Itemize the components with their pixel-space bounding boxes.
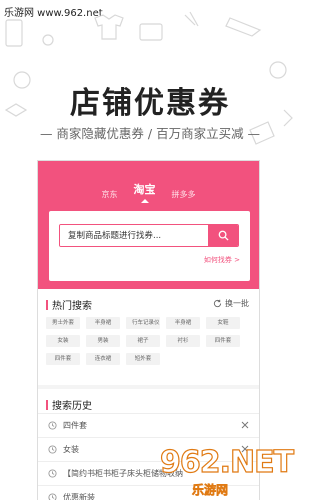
clock-icon — [48, 469, 57, 478]
phone-doodle-icon — [5, 19, 23, 47]
hero-subtitle: — 商家隐藏优惠券 / 百万商家立买减 — — [39, 126, 261, 141]
refresh-button[interactable]: 换一批 — [213, 298, 249, 309]
tshirt-doodle-icon — [94, 14, 124, 40]
hot-tag[interactable]: 衬衫 — [166, 335, 200, 347]
section-accent-bar — [46, 299, 48, 310]
hot-tag[interactable]: 女装 — [46, 335, 80, 347]
hot-tag[interactable]: 裙子 — [126, 335, 160, 347]
history-item[interactable]: 四件套 — [38, 413, 259, 437]
app-header: 京东 淘宝 拼多多 如何找券 > — [38, 161, 259, 289]
close-icon[interactable] — [241, 421, 249, 429]
search-input[interactable] — [60, 225, 210, 246]
refresh-icon — [213, 299, 222, 308]
site-watermark-logo: 962.NET 乐游网 — [159, 444, 300, 500]
search-button[interactable] — [208, 225, 238, 246]
hot-search-header: 热门搜索 — [46, 297, 92, 312]
hot-search-section: 热门搜索 换一批 男士外套 半身裙 行车记录仪 半身裙 女鞋 女装 男装 裙子 … — [38, 289, 259, 385]
hot-tag[interactable]: 女鞋 — [206, 317, 240, 329]
watermark-big-text: 962.NET — [159, 444, 294, 480]
hot-tag[interactable]: 四件套 — [206, 335, 240, 347]
hot-tags: 男士外套 半身裙 行车记录仪 半身裙 女鞋 女装 男装 裙子 衬衫 四件套 四件… — [46, 317, 256, 365]
search-box — [59, 224, 239, 247]
hot-tag[interactable]: 半身裙 — [86, 317, 120, 329]
hero-title: 店铺优惠券 — [70, 86, 230, 121]
history-title: 搜索历史 — [52, 401, 92, 412]
hot-tag[interactable]: 四件套 — [46, 353, 80, 365]
hot-tag[interactable]: 男装 — [86, 335, 120, 347]
clock-icon — [48, 493, 57, 500]
tab-taobao[interactable]: 淘宝 — [134, 181, 156, 203]
platform-tabs: 京东 淘宝 拼多多 — [38, 181, 259, 203]
ring-doodle-icon — [42, 34, 54, 46]
shoe-doodle-icon — [269, 61, 287, 79]
history-header: 搜索历史 — [46, 397, 92, 412]
search-card: 如何找券 > — [49, 211, 250, 281]
hot-tag[interactable]: 行车记录仪 — [126, 317, 160, 329]
bag-doodle-icon — [139, 23, 163, 41]
hot-tag[interactable]: 连衣裙 — [86, 353, 120, 365]
brush-doodle-icon — [184, 11, 199, 27]
hot-tag[interactable]: 男士外套 — [46, 317, 80, 329]
refresh-label: 换一批 — [225, 299, 249, 308]
section-accent-bar — [46, 399, 48, 410]
hot-tag[interactable]: 短外套 — [126, 353, 160, 365]
watermark-small-text: 乐游网 — [192, 483, 229, 498]
tab-pinduoduo[interactable]: 拼多多 — [172, 189, 196, 200]
hot-search-title: 热门搜索 — [52, 301, 92, 312]
tab-jd[interactable]: 京东 — [102, 189, 118, 200]
hot-tag[interactable]: 半身裙 — [166, 317, 200, 329]
howto-link[interactable]: 如何找券 > — [204, 255, 240, 265]
clock-icon — [48, 445, 57, 454]
history-item-label: 四件套 — [63, 421, 87, 430]
clock-icon — [48, 421, 57, 430]
lipstick-doodle-icon — [225, 17, 262, 37]
search-icon — [218, 230, 229, 241]
